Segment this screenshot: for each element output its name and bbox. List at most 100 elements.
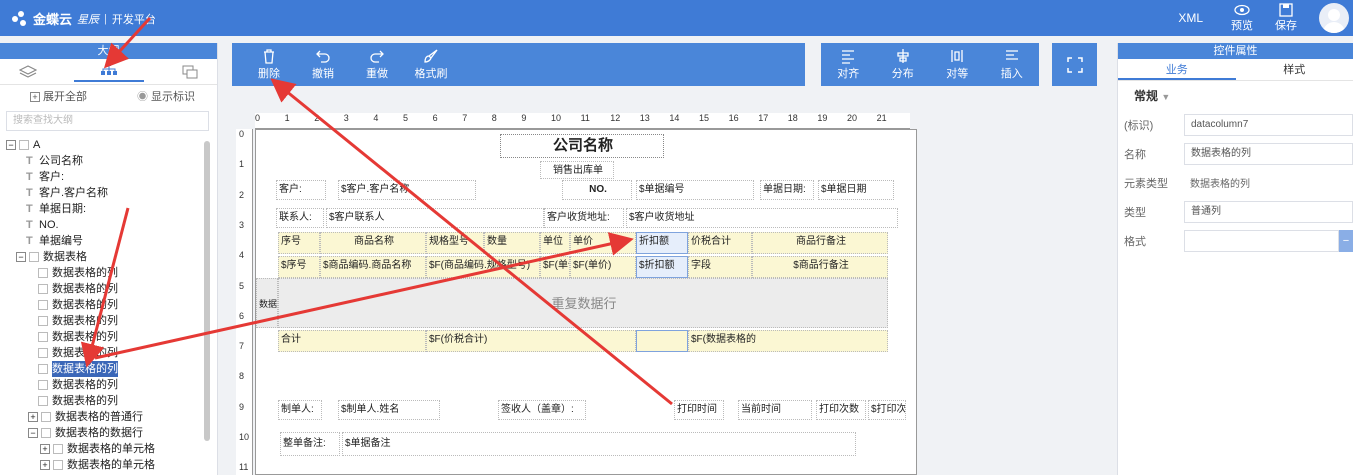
total-sum[interactable]: $F(价税合计): [426, 330, 636, 352]
tree-normal-row[interactable]: + 数据表格的普通行: [6, 409, 217, 425]
tree-column[interactable]: 数据表格的列: [6, 377, 217, 393]
sign-label[interactable]: 签收人（盖章）:: [498, 400, 586, 420]
tree-item[interactable]: T 单据编号: [6, 233, 217, 249]
tree-column[interactable]: 数据表格的列: [6, 265, 217, 281]
address-value[interactable]: $客户收货地址: [626, 208, 898, 228]
customer-value[interactable]: $客户.客户名称: [338, 180, 476, 200]
header-cell[interactable]: 单位: [540, 232, 570, 254]
format-field[interactable]: [1184, 229, 1339, 252]
remark-value[interactable]: $单据备注: [342, 432, 856, 456]
maker-label[interactable]: 制单人:: [278, 400, 322, 420]
fullscreen-button[interactable]: [1052, 43, 1097, 86]
copy-icon[interactable]: [181, 65, 199, 79]
total-column[interactable]: $F(数据表格的: [688, 330, 888, 352]
data-cell[interactable]: $F(单位): [540, 256, 570, 278]
redo-button[interactable]: 重做: [350, 48, 404, 81]
tree-item[interactable]: T 客户:: [6, 169, 217, 185]
layers-icon[interactable]: [18, 64, 37, 79]
section-general[interactable]: 常规 ▼: [1118, 81, 1353, 110]
id-field[interactable]: datacolumn7: [1184, 113, 1353, 136]
header-cell[interactable]: 数量: [484, 232, 540, 254]
type-select[interactable]: 普通列: [1184, 200, 1353, 223]
undo-button[interactable]: 撤销: [296, 48, 350, 81]
header-cell[interactable]: 规格型号: [426, 232, 484, 254]
header-cell[interactable]: 序号: [278, 232, 320, 254]
distribute-button[interactable]: 分布: [876, 48, 930, 81]
show-marks-button[interactable]: ◉ 显示标识: [137, 88, 195, 104]
data-cell[interactable]: $商品编码.商品名称: [320, 256, 426, 278]
total-discount[interactable]: [636, 330, 688, 352]
delete-button[interactable]: 删除: [242, 48, 296, 81]
avatar[interactable]: [1319, 3, 1349, 33]
contact-label[interactable]: 联系人:: [276, 208, 324, 228]
ruler-tick-label: 5: [403, 113, 409, 123]
align-button[interactable]: 对齐: [821, 48, 875, 81]
date-value[interactable]: $单据日期: [818, 180, 894, 200]
data-cell[interactable]: $商品行备注: [752, 256, 888, 278]
format-button[interactable]: −: [1339, 229, 1353, 252]
tree-cell[interactable]: + 数据表格的单元格: [6, 441, 217, 457]
tree-column[interactable]: 数据表格的列: [6, 393, 217, 409]
repeat-data-row[interactable]: 重复数据行: [278, 278, 888, 328]
tree-column[interactable]: 数据表格的列: [6, 345, 217, 361]
format-brush-button[interactable]: 格式刷: [404, 48, 458, 81]
header-cell[interactable]: 商品名称: [320, 232, 426, 254]
text-icon: T: [26, 235, 33, 247]
data-cell[interactable]: $F(商品编码.规格型号): [426, 256, 540, 278]
maker-value[interactable]: $制单人.姓名: [338, 400, 440, 420]
print-time[interactable]: 打印时间: [674, 400, 724, 420]
tree-column-selected[interactable]: 数据表格的列: [6, 361, 217, 377]
no-label[interactable]: NO.: [562, 180, 632, 200]
outline-search-input[interactable]: 搜索查找大纲: [6, 111, 209, 131]
data-cell[interactable]: 字段: [688, 256, 752, 278]
prop-format: 格式 −: [1118, 226, 1353, 255]
tab-business[interactable]: 业务: [1118, 59, 1236, 80]
ruler-tick-label: 6: [432, 113, 438, 123]
equal-button[interactable]: 对等: [930, 48, 984, 81]
name-field[interactable]: 数据表格的列: [1184, 142, 1353, 165]
no-value[interactable]: $单据编号: [636, 180, 754, 200]
header-cell-selected[interactable]: 折扣额: [636, 232, 688, 254]
company-title[interactable]: 公司名称: [500, 134, 664, 158]
tree-column[interactable]: 数据表格的列: [6, 329, 217, 345]
header-cell[interactable]: 单价: [570, 232, 636, 254]
header-cell[interactable]: 商品行备注: [752, 232, 888, 254]
tree-table[interactable]: − 数据表格: [6, 249, 217, 265]
tree-data-row[interactable]: − 数据表格的数据行: [6, 425, 217, 441]
tree-structure-icon[interactable]: [73, 61, 144, 82]
header-cell[interactable]: 价税合计: [688, 232, 752, 254]
tree-column[interactable]: 数据表格的列: [6, 281, 217, 297]
tree-item[interactable]: T 单据日期:: [6, 201, 217, 217]
total-label[interactable]: 合计: [278, 330, 426, 352]
customer-label[interactable]: 客户:: [276, 180, 326, 200]
date-label[interactable]: 单据日期:: [760, 180, 814, 200]
current-time[interactable]: 当前时间: [738, 400, 812, 420]
data-cell[interactable]: $序号: [278, 256, 320, 278]
tree-column[interactable]: 数据表格的列: [6, 313, 217, 329]
print-count-value[interactable]: $打印次: [868, 400, 906, 420]
xml-button[interactable]: XML: [1178, 11, 1203, 25]
print-count[interactable]: 打印次数: [816, 400, 866, 420]
outline-options: + 展开全部 ◉ 显示标识: [0, 85, 217, 107]
tab-style[interactable]: 样式: [1236, 59, 1353, 80]
equal-size-icon: [951, 50, 963, 62]
tree-root[interactable]: − A: [6, 137, 217, 153]
contact-value[interactable]: $客户联系人: [326, 208, 544, 228]
insert-button[interactable]: 插入: [985, 48, 1039, 81]
expand-all-button[interactable]: + 展开全部: [30, 88, 87, 104]
data-cell[interactable]: $F(单价): [570, 256, 636, 278]
outline-scrollbar[interactable]: [204, 141, 210, 441]
tree-item[interactable]: T NO.: [6, 217, 217, 233]
tree-column[interactable]: 数据表格的列: [6, 297, 217, 313]
save-button[interactable]: 保存: [1275, 3, 1297, 33]
preview-button[interactable]: 预览: [1231, 3, 1253, 33]
report-page[interactable]: 公司名称 销售出库单 客户: $客户.客户名称 NO. $单据编号 单据日期: …: [255, 129, 917, 475]
tree-item[interactable]: T 客户.客户名称: [6, 185, 217, 201]
data-band-label[interactable]: 数据: [256, 278, 278, 328]
data-cell-selected[interactable]: $折扣额: [636, 256, 688, 278]
tree-item[interactable]: T 公司名称: [6, 153, 217, 169]
doc-title[interactable]: 销售出库单: [540, 161, 614, 179]
tree-cell[interactable]: + 数据表格的单元格: [6, 457, 217, 473]
remark-label[interactable]: 整单备注:: [280, 432, 340, 456]
address-label[interactable]: 客户收货地址:: [544, 208, 624, 228]
